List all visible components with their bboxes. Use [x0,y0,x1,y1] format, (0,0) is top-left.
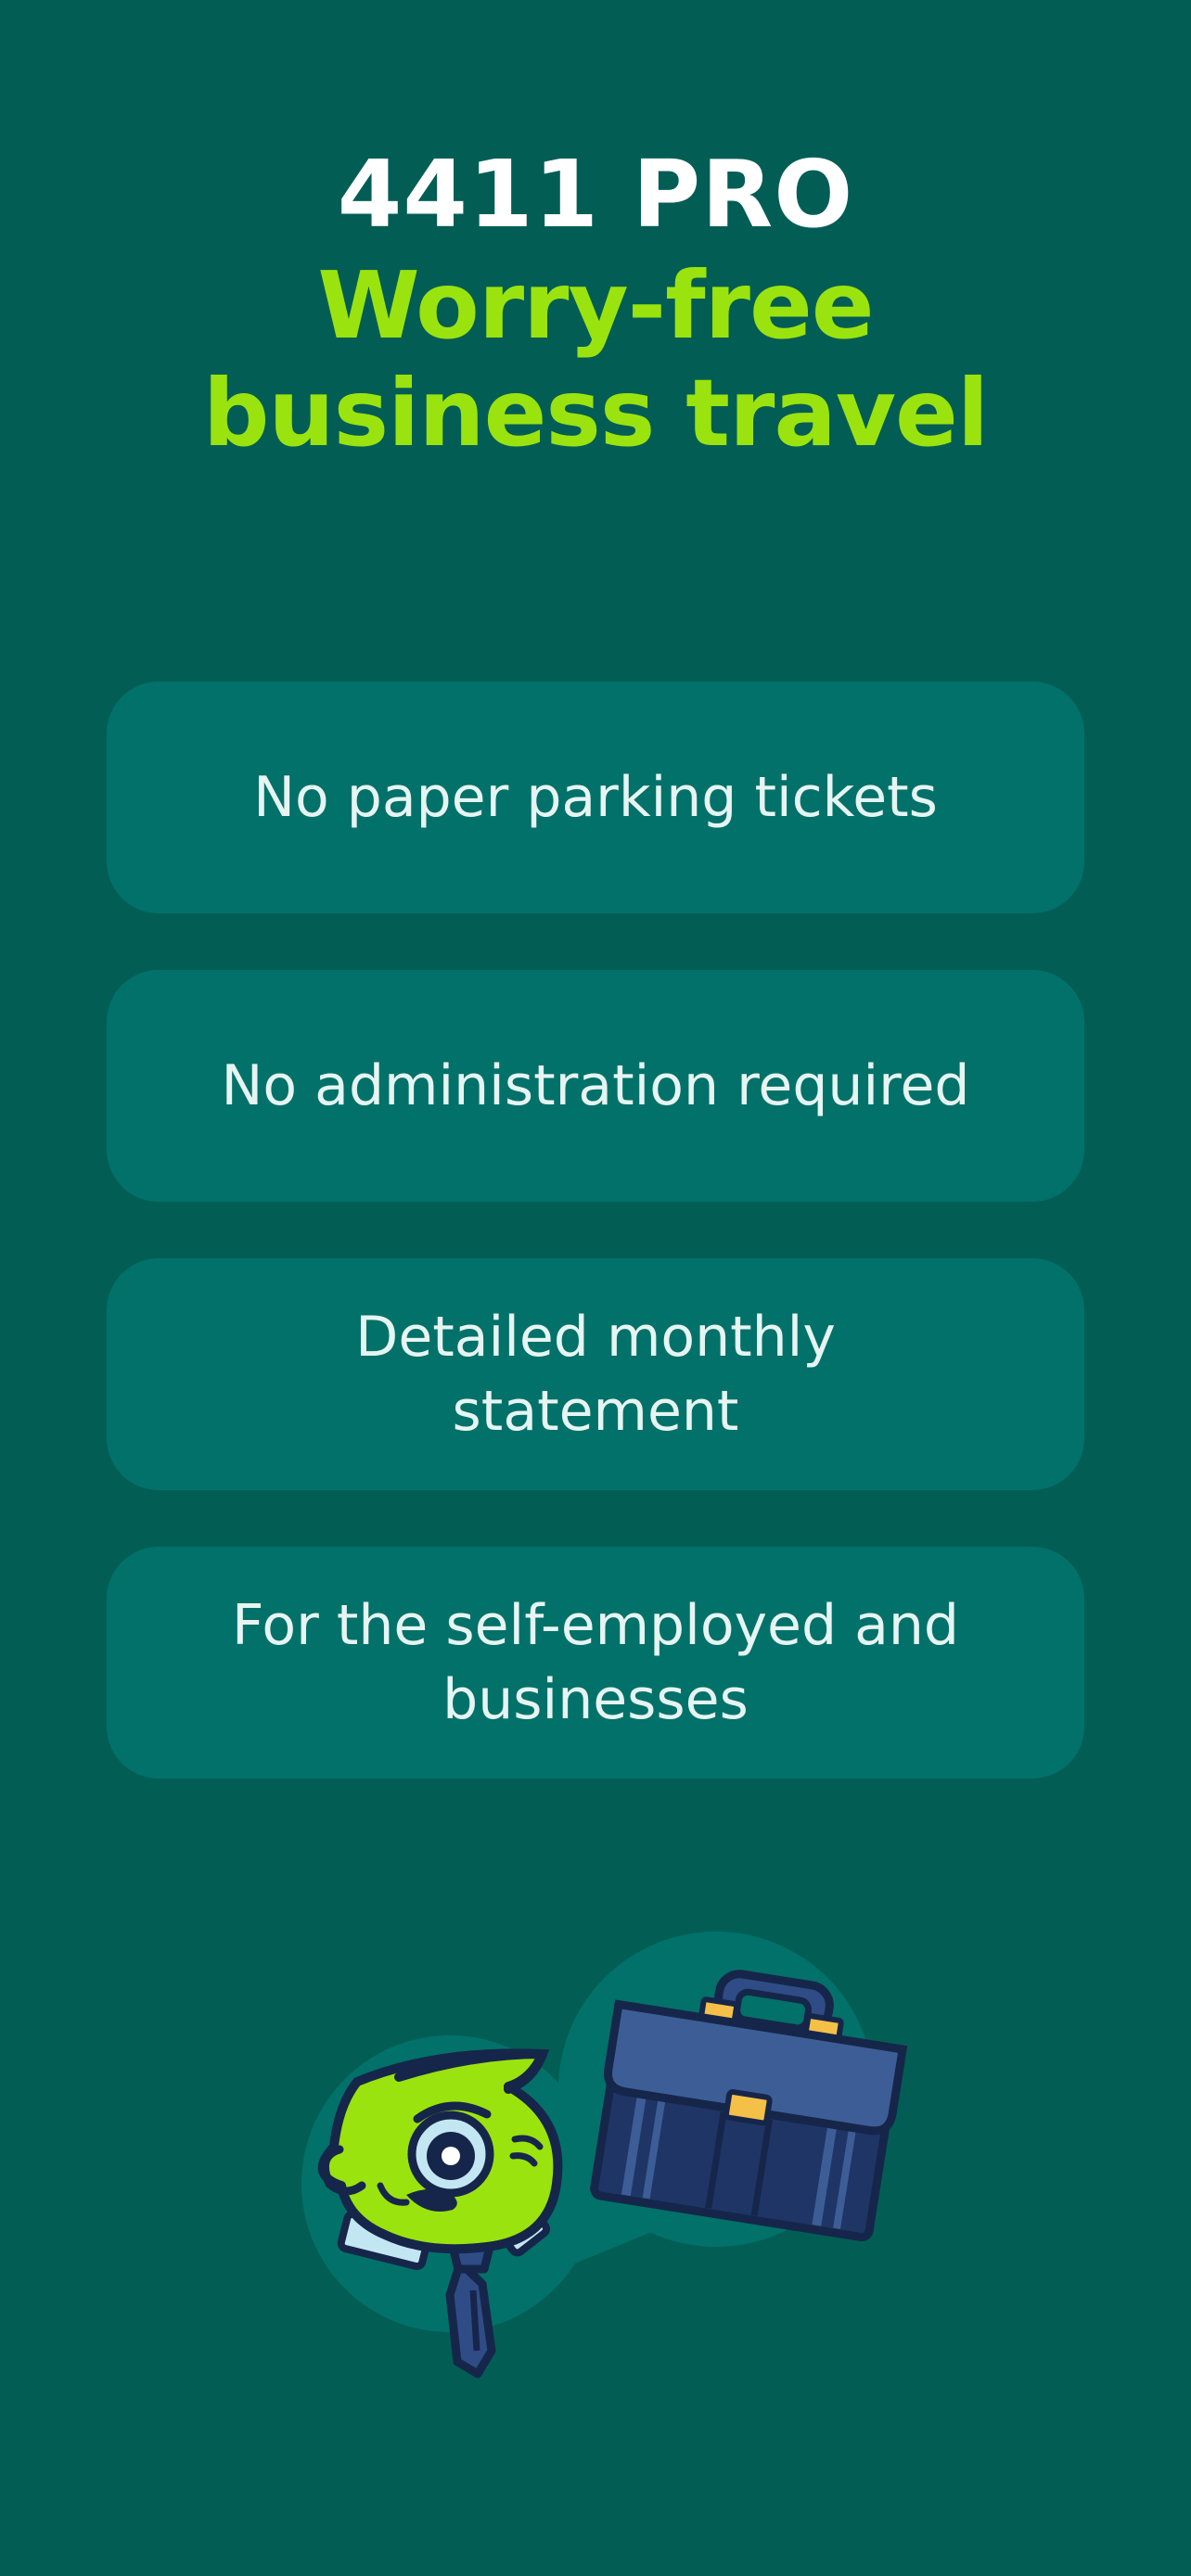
mascot-with-briefcase-icon [288,1924,918,2388]
feature-card-monthly-statement: Detailed monthly statement [107,1258,1084,1490]
feature-label: No paper parking tickets [253,765,938,830]
brand-title: 4411 PRO [337,140,854,249]
headline-line-1: Worry-free [317,251,874,360]
feature-card-no-administration: No administration required [107,970,1084,1202]
headline-line-2: business travel [202,359,989,467]
feature-card-self-employed: For the self-employed and businesses [107,1547,1084,1779]
feature-label: No administration required [221,1053,970,1118]
feature-card-no-paper-tickets: No paper parking tickets [107,682,1084,913]
header: 4411 PRO Worry-free business travel [0,139,1191,467]
feature-list: No paper parking tickets No administrati… [107,682,1084,1835]
feature-label: For the self-employed and businesses [232,1593,959,1732]
headline: Worry-free business travel [0,252,1191,467]
feature-label: Detailed monthly statement [355,1305,836,1444]
